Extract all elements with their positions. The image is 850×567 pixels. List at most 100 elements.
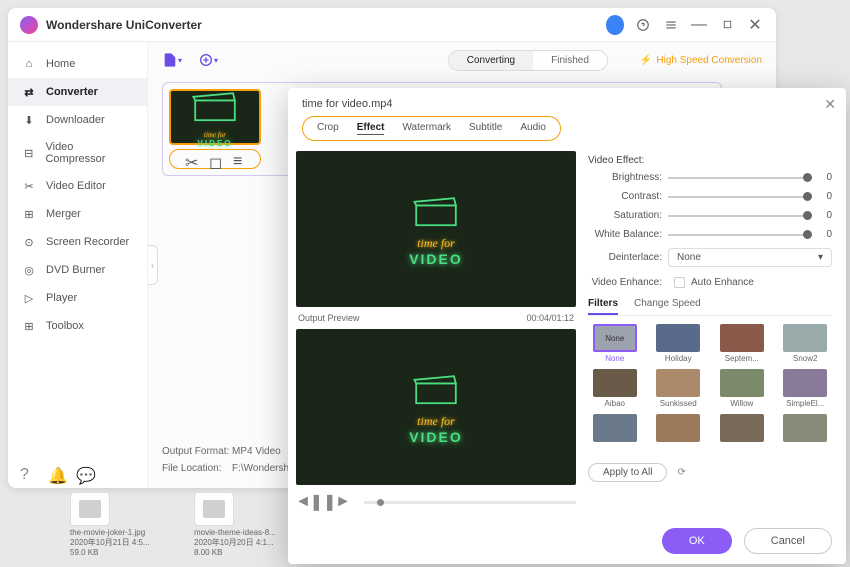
effect-subtabs: Filters Change Speed — [588, 298, 832, 316]
filter-snow2[interactable]: Snow2 — [779, 324, 833, 363]
source-preview[interactable]: time forVIDEO — [296, 151, 576, 307]
tab-subtitle[interactable]: Subtitle — [469, 122, 502, 135]
bell-icon[interactable]: 🔔 — [48, 466, 62, 480]
feedback-icon[interactable]: 💬 — [76, 466, 90, 480]
menu-icon[interactable] — [662, 16, 680, 34]
ok-button[interactable]: OK — [662, 528, 732, 554]
file-date: 2020年10月21日 4:5... — [70, 537, 170, 548]
filter-aibao[interactable]: Aibao — [588, 369, 642, 408]
tab-crop[interactable]: Crop — [317, 122, 339, 135]
enhance-label: Video Enhance: — [588, 277, 668, 288]
white-balance-label: White Balance: — [588, 229, 668, 240]
cancel-button[interactable]: Cancel — [744, 528, 832, 554]
subtab-filters[interactable]: Filters — [588, 298, 618, 315]
file-size: 59.0 KB — [70, 548, 170, 557]
close-icon[interactable]: ✕ — [824, 96, 836, 113]
sidebar-item-dvd[interactable]: ◎ DVD Burner — [8, 256, 147, 284]
sidebar-item-recorder[interactable]: ⊙ Screen Recorder — [8, 228, 147, 256]
effect-editor-modal: time for video.mp4 ✕ Crop Effect Waterma… — [288, 88, 846, 564]
contrast-value: 0 — [820, 191, 832, 202]
desktop-file[interactable]: movie-theme-ideas-8... 2020年10月20日 4:1..… — [194, 492, 294, 557]
settings-column: Video Effect: Brightness: 0 Contrast: 0 Sa… — [584, 147, 846, 518]
saturation-slider[interactable] — [668, 215, 812, 217]
user-avatar-icon[interactable] — [606, 16, 624, 34]
desktop-file[interactable]: the-movie-joker-1.jpg 2020年10月21日 4:5...… — [70, 492, 170, 557]
seg-finished[interactable]: Finished — [533, 51, 607, 70]
deinterlace-select[interactable]: None▾ — [668, 248, 832, 267]
high-speed-toggle[interactable]: ⚡High Speed Conversion — [640, 55, 762, 66]
contrast-label: Contrast: — [588, 191, 668, 202]
filter-sunkissed[interactable]: Sunkissed — [652, 369, 706, 408]
contrast-slider[interactable] — [668, 196, 812, 198]
prev-button[interactable]: ◄ — [296, 495, 310, 509]
dvd-icon: ◎ — [22, 263, 36, 277]
download-icon: ⬇ — [22, 113, 36, 127]
white-balance-value: 0 — [820, 229, 832, 240]
thumb-tools: ✂ ◻ ≡ — [169, 149, 261, 169]
trim-icon[interactable]: ✂ — [185, 153, 197, 165]
maximize-icon[interactable] — [718, 16, 736, 34]
seg-converting[interactable]: Converting — [449, 51, 533, 70]
filter-willow[interactable]: Willow — [715, 369, 769, 408]
saturation-value: 0 — [820, 210, 832, 221]
sidebar-item-label: Toolbox — [46, 320, 84, 332]
white-balance-slider[interactable] — [668, 234, 812, 236]
format-value[interactable]: MP4 Video — [232, 446, 281, 457]
brightness-label: Brightness: — [588, 172, 668, 183]
add-folder-button[interactable]: ▾ — [198, 50, 218, 70]
support-icon[interactable] — [634, 16, 652, 34]
sidebar-item-label: Screen Recorder — [46, 236, 129, 248]
location-value[interactable]: F:\Wondersh — [232, 463, 289, 474]
sidebar-item-downloader[interactable]: ⬇ Downloader — [8, 106, 147, 134]
file-date: 2020年10月20日 4:1... — [194, 537, 294, 548]
apply-to-all-button[interactable]: Apply to All — [588, 463, 667, 482]
saturation-label: Saturation: — [588, 210, 668, 221]
more-icon[interactable]: ≡ — [233, 153, 245, 165]
sidebar-item-editor[interactable]: ✂Video Editor — [8, 172, 147, 200]
crop-icon[interactable]: ◻ — [209, 153, 221, 165]
filter-item[interactable] — [779, 414, 833, 453]
filter-item[interactable] — [715, 414, 769, 453]
filter-simpleel[interactable]: SimpleEl... — [779, 369, 833, 408]
video-thumbnail[interactable]: time forVIDEO — [169, 89, 261, 145]
pause-button[interactable]: ❚❚ — [316, 495, 330, 509]
filter-none[interactable]: NoneNone — [588, 324, 642, 363]
output-meta: Output Format:MP4 Video File Location:F:… — [162, 446, 289, 480]
progress-slider[interactable] — [364, 501, 576, 504]
deinterlace-label: Deinterlace: — [588, 252, 668, 263]
sidebar-item-player[interactable]: ▷Player — [8, 284, 147, 312]
close-icon[interactable]: ✕ — [746, 16, 764, 34]
collapse-sidebar-handle[interactable]: ‹ — [148, 245, 158, 285]
compress-icon: ⊟ — [22, 146, 35, 160]
sidebar-item-home[interactable]: ⌂Home — [8, 50, 147, 78]
auto-enhance-label: Auto Enhance — [691, 277, 754, 288]
format-label: Output Format: — [162, 446, 232, 457]
tab-audio[interactable]: Audio — [520, 122, 546, 135]
tab-watermark[interactable]: Watermark — [402, 122, 451, 135]
refresh-icon[interactable]: ⟳ — [677, 467, 689, 479]
toolbar: ▾ ▾ Converting Finished ⚡High Speed Conv… — [148, 42, 776, 78]
help-icon[interactable]: ? — [20, 466, 34, 480]
filter-september[interactable]: Septem... — [715, 324, 769, 363]
auto-enhance-checkbox[interactable] — [674, 277, 685, 288]
minimize-icon[interactable]: — — [690, 16, 708, 34]
sidebar-item-toolbox[interactable]: ⊞Toolbox — [8, 312, 147, 340]
filter-holiday[interactable]: Holiday — [652, 324, 706, 363]
tab-effect[interactable]: Effect — [357, 122, 385, 135]
video-effect-title: Video Effect: — [588, 155, 832, 166]
sidebar-item-compressor[interactable]: ⊟Video Compressor — [8, 134, 147, 172]
brightness-slider[interactable] — [668, 177, 812, 179]
add-file-button[interactable]: ▾ — [162, 50, 182, 70]
filter-item[interactable] — [652, 414, 706, 453]
output-preview[interactable]: time forVIDEO — [296, 329, 576, 485]
sidebar-item-converter[interactable]: ⇄Converter — [8, 78, 147, 106]
sidebar-item-merger[interactable]: ⊞Merger — [8, 200, 147, 228]
filter-item[interactable] — [588, 414, 642, 453]
next-button[interactable]: ► — [336, 495, 350, 509]
recorder-icon: ⊙ — [22, 235, 36, 249]
sidebar-item-label: DVD Burner — [46, 264, 105, 276]
output-preview-label: Output Preview — [298, 313, 360, 323]
subtab-speed[interactable]: Change Speed — [634, 298, 701, 315]
filter-grid: NoneNone Holiday Septem... Snow2 Aibao S… — [588, 324, 832, 453]
sidebar-item-label: Downloader — [46, 114, 105, 126]
